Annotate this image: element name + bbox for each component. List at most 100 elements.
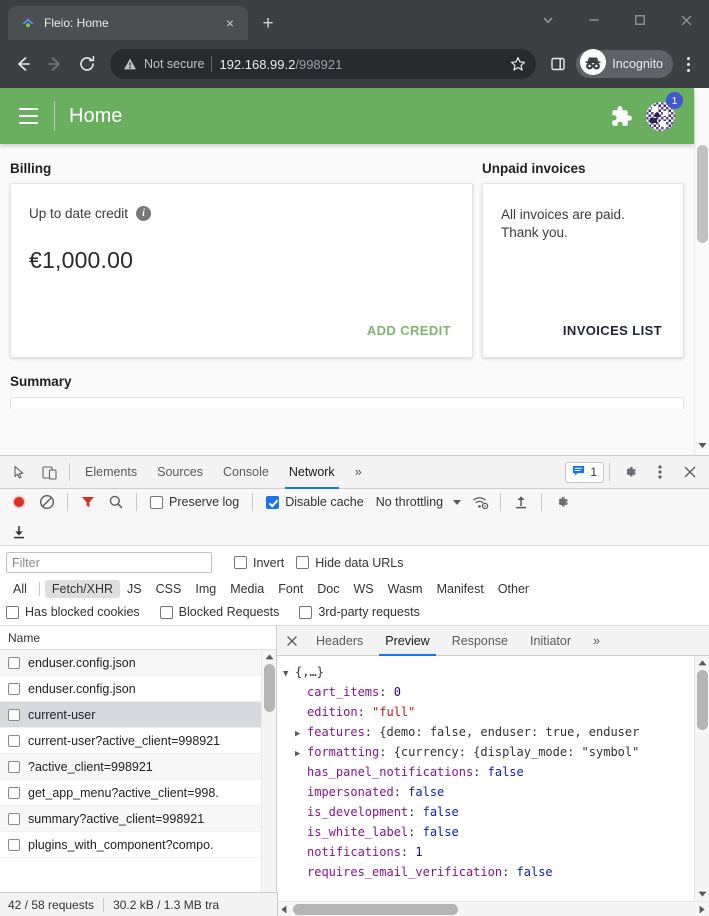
table-row[interactable]: current-user <box>0 702 276 728</box>
user-avatar-with-badge[interactable]: 1 <box>640 96 680 136</box>
detail-tab-headers[interactable]: Headers <box>305 626 374 656</box>
blocked-requests-checkbox[interactable]: Blocked Requests <box>154 605 286 619</box>
forward-button[interactable] <box>40 49 70 79</box>
table-row[interactable]: enduser.config.json <box>0 676 276 702</box>
json-line[interactable]: edition: "full" <box>281 702 709 722</box>
close-detail-icon[interactable] <box>279 626 305 656</box>
requests-column-header[interactable]: Name <box>0 626 276 650</box>
close-window-icon[interactable] <box>663 0 709 40</box>
tab-elements[interactable]: Elements <box>75 456 147 489</box>
incognito-profile-button[interactable]: Incognito <box>576 50 673 78</box>
detail-more-tabs-chevron-icon[interactable]: » <box>582 626 611 656</box>
preview-scroll-down-arrow-icon[interactable] <box>695 887 709 901</box>
type-filter-font[interactable]: Font <box>271 580 310 598</box>
row-checkbox[interactable] <box>8 761 20 773</box>
expand-triangle-icon[interactable]: ▶ <box>295 744 307 764</box>
minimize-icon[interactable] <box>571 0 617 40</box>
invert-box[interactable] <box>234 556 247 569</box>
json-preview[interactable]: ▼{,…} cart_items: 0 edition: "full" ▶fea… <box>277 656 709 916</box>
scroll-right-arrow-icon[interactable] <box>695 902 709 916</box>
browser-tab[interactable]: Fleio: Home × <box>8 6 248 40</box>
type-filter-fetch-xhr[interactable]: Fetch/XHR <box>45 580 120 598</box>
disable-cache-box[interactable] <box>266 496 279 509</box>
third-party-requests-checkbox[interactable]: 3rd-party requests <box>293 605 425 619</box>
throttling-dropdown[interactable]: No throttling <box>372 495 465 509</box>
has-blocked-cookies-box[interactable] <box>6 606 19 619</box>
preserve-log-box[interactable] <box>150 496 163 509</box>
export-har-icon[interactable] <box>6 519 32 545</box>
requests-vertical-scrollbar[interactable] <box>261 650 276 916</box>
type-filter-all[interactable]: All <box>6 580 34 598</box>
close-devtools-icon[interactable] <box>675 459 705 485</box>
new-tab-button[interactable]: + <box>254 9 282 37</box>
devtools-menu-kebab-icon[interactable] <box>645 459 675 485</box>
clear-icon[interactable] <box>34 489 60 515</box>
preserve-log-checkbox[interactable]: Preserve log <box>144 495 245 509</box>
table-row[interactable]: summary?active_client=998921 <box>0 806 276 832</box>
table-row[interactable]: current-user?active_client=998921 <box>0 728 276 754</box>
hide-data-urls-checkbox[interactable]: Hide data URLs <box>290 556 409 570</box>
chevron-down-icon[interactable] <box>453 500 461 505</box>
hide-data-urls-box[interactable] <box>296 556 309 569</box>
requests-list[interactable]: enduser.config.json enduser.config.json … <box>0 650 276 916</box>
record-icon[interactable] <box>6 489 32 515</box>
maximize-icon[interactable] <box>617 0 663 40</box>
table-row[interactable]: get_app_menu?active_client=998. <box>0 780 276 806</box>
type-filter-media[interactable]: Media <box>223 580 271 598</box>
import-har-icon[interactable] <box>508 489 534 515</box>
network-settings-gear-icon[interactable] <box>549 489 575 515</box>
detail-tab-response[interactable]: Response <box>441 626 519 656</box>
bookmark-star-icon[interactable] <box>506 52 530 76</box>
blocked-requests-box[interactable] <box>160 606 173 619</box>
type-filter-doc[interactable]: Doc <box>310 580 346 598</box>
hamburger-menu-icon[interactable] <box>10 98 46 134</box>
type-filter-wasm[interactable]: Wasm <box>381 580 430 598</box>
puzzle-piece-icon[interactable] <box>600 96 640 136</box>
table-row[interactable]: enduser.config.json <box>0 650 276 676</box>
type-filter-other[interactable]: Other <box>491 580 536 598</box>
device-toolbar-icon[interactable] <box>34 459 64 485</box>
more-tabs-chevron-icon[interactable]: » <box>345 456 372 489</box>
network-conditions-icon[interactable] <box>467 489 493 515</box>
row-checkbox[interactable] <box>8 709 20 721</box>
preview-scrollbar-thumb[interactable] <box>697 670 708 730</box>
json-line[interactable]: notifications: 1 <box>281 842 709 862</box>
detail-tab-initiator[interactable]: Initiator <box>519 626 582 656</box>
has-blocked-cookies-checkbox[interactable]: Has blocked cookies <box>6 605 146 619</box>
side-panel-icon[interactable] <box>544 49 572 79</box>
row-checkbox[interactable] <box>8 813 20 825</box>
requests-scrollbar-thumb[interactable] <box>264 664 275 712</box>
page-scrollbar-thumb[interactable] <box>697 145 708 243</box>
preview-scroll-up-arrow-icon[interactable] <box>695 656 709 670</box>
json-line[interactable]: cart_items: 0 <box>281 682 709 702</box>
json-line[interactable]: ▶formatting: {currency: {display_mode: "… <box>281 742 709 762</box>
filter-icon[interactable] <box>75 489 101 515</box>
type-filter-js[interactable]: JS <box>120 580 149 598</box>
preview-hscrollbar-thumb[interactable] <box>293 904 458 915</box>
json-line[interactable]: requires_email_verification: false <box>281 862 709 882</box>
back-button[interactable] <box>8 49 38 79</box>
tab-console[interactable]: Console <box>213 456 279 489</box>
scroll-left-arrow-icon[interactable] <box>277 902 291 916</box>
invert-checkbox[interactable]: Invert <box>228 556 290 570</box>
type-filter-manifest[interactable]: Manifest <box>430 580 491 598</box>
tab-sources[interactable]: Sources <box>147 456 213 489</box>
third-party-requests-box[interactable] <box>299 606 312 619</box>
json-root-line[interactable]: ▼{,…} <box>281 662 709 682</box>
json-line[interactable]: is_white_label: false <box>281 822 709 842</box>
json-line[interactable]: ▶features: {demo: false, enduser: true, … <box>281 722 709 742</box>
search-icon[interactable] <box>103 489 129 515</box>
json-line[interactable]: impersonated: false <box>281 782 709 802</box>
close-icon[interactable]: × <box>220 13 240 33</box>
omnibox[interactable]: Not secure 192.168.99.2/998921 <box>110 49 536 79</box>
tab-search-chevron-icon[interactable] <box>525 0 571 40</box>
tab-network[interactable]: Network <box>279 456 345 489</box>
row-checkbox[interactable] <box>8 735 20 747</box>
page-vertical-scrollbar[interactable] <box>694 88 709 455</box>
expand-triangle-icon[interactable]: ▶ <box>295 724 307 744</box>
page-scroll-down-arrow-icon[interactable] <box>695 438 709 453</box>
expand-triangle-icon[interactable]: ▼ <box>283 664 295 684</box>
row-checkbox[interactable] <box>8 839 20 851</box>
settings-gear-icon[interactable] <box>615 459 645 485</box>
table-row[interactable]: ?active_client=998921 <box>0 754 276 780</box>
